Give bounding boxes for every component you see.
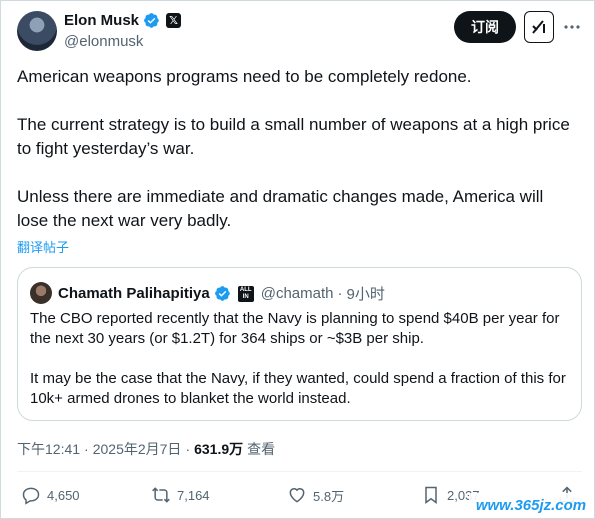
tweet-text: American weapons programs need to be com…: [17, 65, 577, 233]
translate-post-link[interactable]: 翻译帖子: [17, 237, 69, 256]
tweet-paragraph: American weapons programs need to be com…: [17, 67, 472, 86]
tweet-metadata: 下午12:41 · 2025年2月7日 · 631.9万 查看: [17, 439, 275, 459]
like-button[interactable]: 5.8万: [287, 485, 344, 505]
post-date[interactable]: 2025年2月7日: [93, 439, 182, 459]
view-label: 查看: [247, 441, 276, 457]
meta-separator: ·: [185, 441, 191, 457]
subscribe-button[interactable]: 订阅: [454, 11, 516, 43]
verified-badge-icon: [144, 13, 159, 28]
watermark-text: www.365jz.com: [469, 493, 593, 517]
ellipsis-icon: [564, 25, 580, 29]
quoted-author-display-name[interactable]: Chamath Palihapitiya: [58, 285, 210, 302]
quoted-author-row: Chamath Palihapitiya ALL IN @chamath · 9…: [58, 283, 385, 304]
tweet-paragraph: The current strategy is to build a small…: [17, 115, 570, 158]
repost-count: 7,164: [177, 487, 210, 503]
tweet-card: Elon Musk 𝕏 @elonmusk 订阅 American weapon…: [0, 0, 595, 519]
quoted-tweet-text: The CBO reported recently that the Navy …: [30, 309, 575, 409]
tweet-paragraph: Unless there are immediate and dramatic …: [17, 187, 544, 230]
quoted-paragraph: It may be the case that the Navy, if the…: [30, 370, 566, 407]
reply-button[interactable]: 4,650: [21, 485, 80, 505]
author-display-name[interactable]: Elon Musk: [64, 12, 139, 29]
meta-separator: ·: [84, 441, 89, 457]
reply-count: 4,650: [47, 487, 80, 503]
like-count: 5.8万: [313, 488, 345, 504]
affiliate-x-icon[interactable]: 𝕏: [166, 13, 182, 28]
grok-icon: [532, 20, 545, 34]
tweet-header: Elon Musk 𝕏 @elonmusk 订阅: [17, 11, 582, 53]
quoted-timestamp: 9小时: [346, 286, 385, 303]
repost-icon: [152, 487, 170, 503]
heart-icon: [289, 488, 305, 503]
quoted-separator: ·: [337, 285, 343, 302]
verified-badge-icon: [214, 286, 230, 301]
view-count[interactable]: 631.9万: [194, 439, 243, 459]
author-handle[interactable]: @elonmusk: [64, 33, 143, 50]
grok-button[interactable]: [524, 11, 554, 43]
repost-button[interactable]: 7,164: [151, 485, 210, 505]
quoted-tweet[interactable]: Chamath Palihapitiya ALL IN @chamath · 9…: [17, 267, 582, 421]
quoted-author-handle: @chamath: [260, 285, 334, 302]
more-options-icon[interactable]: [562, 17, 582, 37]
reply-icon: [22, 487, 40, 505]
divider: [17, 471, 582, 472]
quoted-author-avatar[interactable]: [30, 282, 52, 304]
quoted-paragraph: The CBO reported recently that the Navy …: [30, 310, 560, 347]
bookmark-icon: [425, 486, 437, 504]
author-avatar[interactable]: [17, 11, 57, 51]
all-in-affiliate-icon[interactable]: ALL IN: [237, 285, 254, 302]
author-name-row: Elon Musk 𝕏: [64, 12, 182, 29]
post-time[interactable]: 下午12:41: [17, 439, 80, 459]
